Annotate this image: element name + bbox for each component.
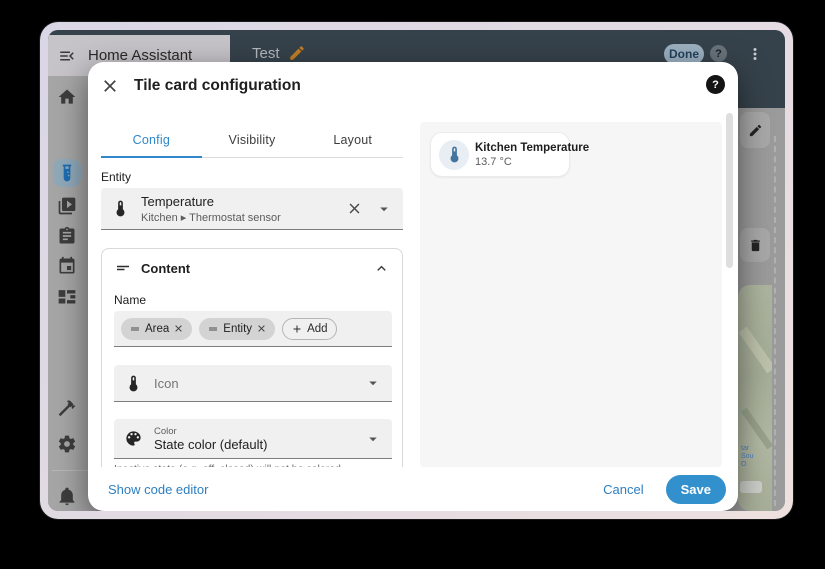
config-scroll-area: Config Visibility Layout Entity Temperat… [101, 112, 403, 467]
card-edit-button[interactable] [740, 112, 770, 148]
drop-indicator-dashed-line [774, 136, 776, 506]
drag-handle-icon [129, 323, 141, 335]
entity-primary: Temperature [141, 194, 346, 209]
thermometer-icon [111, 199, 130, 218]
entity-picker[interactable]: Temperature Kitchen ▸ Thermostat sensor [101, 188, 403, 230]
map-area-shape [739, 327, 772, 374]
entity-value: Temperature Kitchen ▸ Thermostat sensor [141, 194, 346, 224]
text-short-icon [114, 259, 132, 277]
media-icon[interactable] [57, 196, 77, 216]
dialog-scrollbar[interactable] [726, 113, 733, 268]
dialog-tabs: Config Visibility Layout [101, 122, 403, 158]
developer-tools-hammer-icon[interactable] [57, 398, 77, 418]
header-help-glyph: ? [715, 48, 722, 60]
chip-remove-icon [256, 323, 267, 334]
dashboard-edit-canvas: tar Sou O [738, 108, 785, 511]
chip-area[interactable]: Area [121, 318, 192, 340]
card-delete-button[interactable] [740, 228, 770, 262]
dialog-footer: Show code editor Cancel Save [88, 467, 738, 511]
trash-icon [748, 238, 763, 253]
palette-icon [124, 429, 143, 448]
entity-secondary: Kitchen ▸ Thermostat sensor [141, 211, 346, 224]
pencil-icon [748, 123, 763, 138]
chip-add-label: Add [307, 323, 327, 335]
content-expansion-panel: Content Name Area [101, 248, 403, 467]
color-value-wrap: Color State color (default) [154, 426, 364, 452]
map-road-shape [741, 408, 772, 450]
cancel-button[interactable]: Cancel [603, 482, 643, 497]
color-field-value: State color (default) [154, 437, 364, 452]
calendar-icon[interactable] [57, 256, 77, 276]
icon-caret-icon[interactable] [364, 374, 382, 392]
color-caret-icon[interactable] [364, 430, 382, 448]
screen: Home Assistant Test Done ? [48, 30, 785, 511]
tab-visibility-label: Visibility [229, 133, 276, 147]
chip-area-label: Area [145, 323, 169, 335]
show-code-editor-link[interactable]: Show code editor [108, 482, 208, 497]
drag-handle-icon [207, 323, 219, 335]
sidebar-item-selected[interactable] [53, 159, 81, 187]
entity-label: Entity [101, 170, 131, 184]
entity-caret-icon[interactable] [375, 200, 393, 218]
done-button[interactable]: Done [664, 44, 704, 64]
save-label: Save [681, 482, 711, 497]
dashboard-grid-icon[interactable] [57, 286, 77, 306]
thermometer-icon [124, 374, 143, 393]
notifications-bell-icon[interactable] [57, 486, 77, 506]
tab-visibility[interactable]: Visibility [202, 122, 303, 157]
name-label: Name [114, 293, 146, 307]
header-help-icon[interactable]: ? [710, 45, 727, 62]
icon-picker[interactable]: Icon [114, 365, 392, 402]
tile-state: 13.7 °C [475, 156, 561, 168]
chip-remove-icon [173, 323, 184, 334]
tile-texts: Kitchen Temperature 13.7 °C [475, 142, 561, 168]
chip-add-button[interactable]: Add [282, 318, 336, 340]
dashboard-title: Test [252, 45, 280, 62]
content-panel-header[interactable]: Content [102, 249, 402, 287]
tab-layout[interactable]: Layout [302, 122, 403, 157]
color-select[interactable]: Color State color (default) [114, 419, 392, 459]
map-attribution-pill [740, 481, 762, 493]
card-preview-pane: Kitchen Temperature 13.7 °C [420, 122, 722, 467]
name-chip-input[interactable]: Area Entity Add [114, 311, 392, 347]
thermometer-icon [445, 145, 464, 164]
tile-card-preview[interactable]: Kitchen Temperature 13.7 °C [430, 132, 570, 177]
map-card: tar Sou O [738, 285, 772, 511]
plus-icon [291, 323, 303, 335]
dialog-help-icon[interactable]: ? [706, 75, 725, 94]
test-tube-icon [57, 163, 77, 183]
chip-entity[interactable]: Entity [199, 318, 275, 340]
tile-icon-circle [439, 140, 469, 170]
save-button[interactable]: Save [666, 475, 726, 504]
tile-card-configuration-dialog: Tile card configuration ? Config Visibil… [88, 62, 738, 511]
chip-entity-label: Entity [223, 323, 252, 335]
tab-config[interactable]: Config [101, 122, 202, 157]
entity-clear-icon[interactable] [346, 200, 363, 217]
tile-title: Kitchen Temperature [475, 142, 561, 154]
map-label-text: tar Sou O [741, 445, 753, 469]
icon-placeholder: Icon [154, 376, 364, 391]
dialog-title: Tile card configuration [134, 77, 301, 95]
color-field-label: Color [154, 426, 364, 437]
tab-layout-label: Layout [333, 133, 372, 147]
dialog-help-glyph: ? [712, 79, 719, 91]
tablet-frame: Home Assistant Test Done ? [40, 22, 793, 519]
content-panel-title: Content [141, 261, 373, 276]
close-icon[interactable] [100, 76, 120, 96]
chevron-up-icon[interactable] [373, 260, 390, 277]
done-label: Done [669, 47, 699, 61]
tab-config-label: Config [133, 133, 170, 147]
overflow-menu-icon[interactable] [746, 45, 764, 63]
menu-open-icon[interactable] [58, 47, 76, 65]
sidebar-divider [52, 470, 92, 471]
settings-gear-icon[interactable] [57, 434, 77, 454]
home-icon[interactable] [57, 87, 77, 107]
todo-list-icon[interactable] [57, 226, 77, 246]
edit-dashboard-pencil-icon[interactable] [288, 44, 306, 62]
